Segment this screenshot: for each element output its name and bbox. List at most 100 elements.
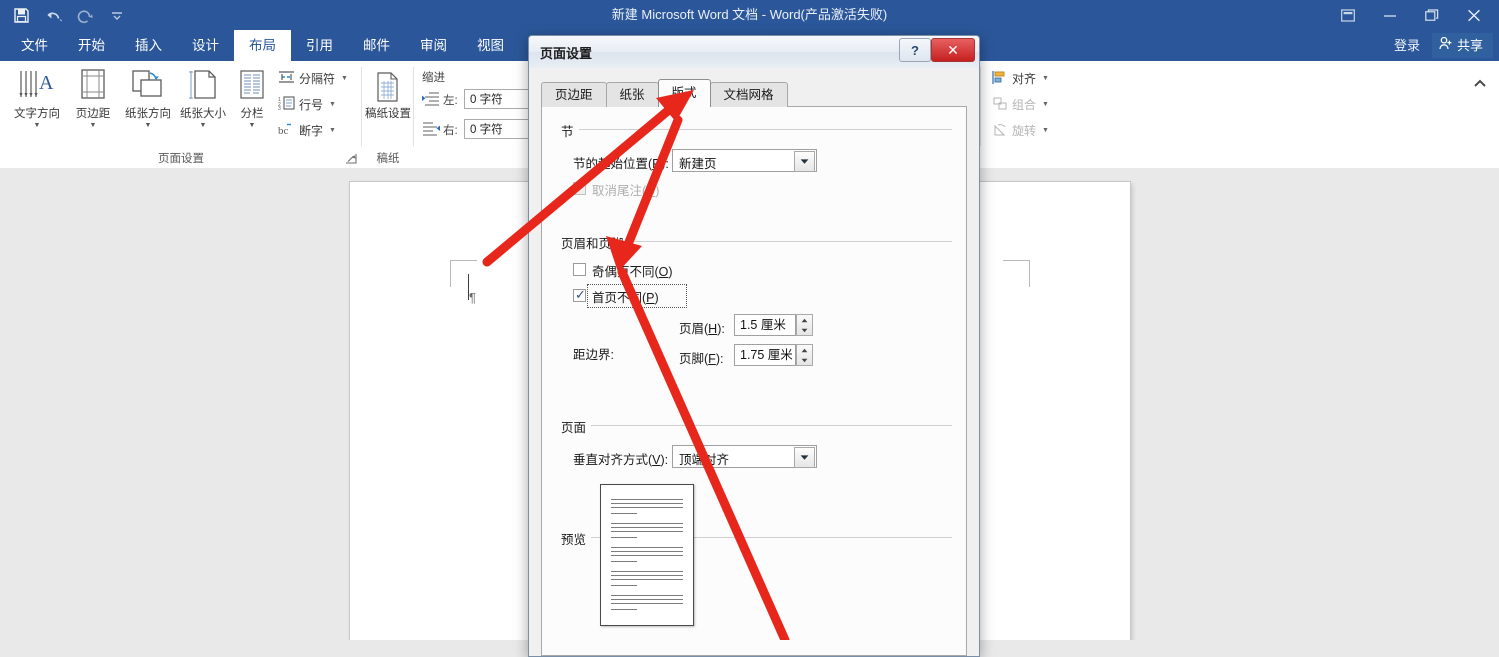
chevron-down-icon[interactable] — [794, 151, 815, 172]
ribbon-button-label: 页边距 — [75, 108, 111, 120]
columns-icon — [237, 65, 267, 105]
ribbon-button-label: 纸张大小 — [180, 108, 226, 120]
chevron-down-icon: ▼ — [248, 122, 256, 129]
header-distance-input[interactable]: 1.5 厘米 — [734, 314, 796, 336]
tab-references[interactable]: 引用 — [291, 30, 348, 61]
ribbon-button-text-direction[interactable]: A 文字方向 ▼ — [6, 65, 68, 141]
tab-insert[interactable]: 插入 — [120, 30, 177, 61]
minimize-icon[interactable] — [1369, 0, 1411, 30]
orientation-icon — [129, 65, 167, 105]
first-page-different-checkbox[interactable]: ✓ — [573, 288, 586, 302]
indent-left-label: 左: — [443, 95, 458, 107]
chevron-down-icon: ▼ — [144, 122, 152, 129]
ribbon-button-group[interactable]: 组合 ▼ — [988, 93, 1053, 116]
tab-file[interactable]: 文件 — [6, 30, 63, 61]
dialog-tab-document-grid[interactable]: 文档网格 — [709, 82, 788, 107]
tab-home[interactable]: 开始 — [63, 30, 120, 61]
customize-qat-icon[interactable] — [102, 2, 132, 28]
share-button[interactable]: 共享 — [1431, 33, 1493, 58]
redo-icon[interactable] — [70, 2, 100, 28]
title-bar: 新建 Microsoft Word 文档 - Word(产品激活失败) — [0, 0, 1499, 30]
ribbon-button-paper-size[interactable]: 纸张大小 ▼ — [172, 65, 234, 141]
vertical-alignment-combobox[interactable]: 顶端对齐 — [672, 445, 817, 468]
spinner-up-icon[interactable] — [797, 345, 812, 355]
ribbon-tabs: 文件 开始 插入 设计 布局 引用 邮件 审阅 视图 — [6, 30, 519, 61]
group-separator — [980, 67, 981, 146]
sign-in-button[interactable]: 登录 — [1384, 33, 1430, 58]
footer-distance-label: 页脚(F): — [679, 352, 724, 366]
hyphenation-icon: bc — [278, 121, 295, 140]
first-page-different-label: 首页不同(P) — [592, 291, 659, 305]
odd-even-different-checkbox[interactable] — [573, 263, 586, 276]
dialog-tab-paper[interactable]: 纸张 — [605, 82, 659, 107]
ribbon-button-orientation[interactable]: 纸张方向 ▼ — [117, 65, 179, 141]
ribbon-button-columns[interactable]: 分栏 ▼ — [228, 65, 276, 141]
dialog-tab-layout[interactable]: 版式 — [657, 79, 711, 107]
ribbon-button-label: 纸张方向 — [125, 108, 171, 120]
group-caption-header-footer: 页眉和页脚 — [556, 233, 629, 252]
ribbon-button-breaks[interactable]: 分隔符 ▼ — [274, 67, 352, 90]
chevron-down-icon: ▼ — [1042, 75, 1049, 82]
tab-layout[interactable]: 布局 — [234, 30, 291, 61]
indent-left-icon — [422, 91, 440, 111]
ribbon-button-label: 分隔符 — [299, 72, 336, 86]
tab-mailings[interactable]: 邮件 — [348, 30, 405, 61]
suppress-endnotes-checkbox[interactable] — [573, 182, 586, 195]
footer-distance-input[interactable]: 1.75 厘米 — [734, 344, 796, 366]
tab-design[interactable]: 设计 — [177, 30, 234, 61]
dialog-tabs: 页边距 纸张 版式 文档网格 — [541, 79, 788, 107]
ribbon-group-manuscript: 稿纸设置 稿纸 — [362, 61, 414, 168]
ribbon-button-label: 断字 — [299, 124, 324, 138]
spinner-up-icon[interactable] — [797, 315, 812, 325]
group-section: 节 节的起始位置(R): 新建页 取消尾注(U) — [542, 121, 966, 207]
ribbon-button-line-numbers[interactable]: 123 行号 ▼ — [274, 93, 340, 116]
spinner-down-icon[interactable] — [797, 325, 812, 335]
share-label: 共享 — [1456, 38, 1483, 53]
ribbon-group-page-setup: A 文字方向 ▼ 页边距 ▼ 纸张方向 ▼ 纸张大小 ▼ 分栏 ▼ 分隔符 ▼ … — [0, 61, 362, 168]
chevron-down-icon: ▼ — [89, 122, 97, 129]
group-caption-section: 节 — [556, 121, 579, 140]
tab-review[interactable]: 审阅 — [405, 30, 462, 61]
ribbon-button-hyphenation[interactable]: bc 断字 ▼ — [274, 119, 340, 142]
ribbon-button-margins[interactable]: 页边距 ▼ — [62, 65, 124, 141]
ribbon-button-label: 分栏 — [240, 108, 264, 120]
save-icon[interactable] — [6, 2, 36, 28]
footer-distance-spinner[interactable] — [796, 344, 813, 366]
ribbon-button-label: 对齐 — [1012, 72, 1037, 86]
text-direction-icon: A — [17, 65, 57, 105]
ribbon-button-align[interactable]: 对齐 ▼ — [988, 67, 1053, 90]
ribbon-button-rotate[interactable]: 旋转 ▼ — [988, 119, 1053, 142]
restore-icon[interactable] — [1411, 0, 1453, 30]
dialog-tab-margins[interactable]: 页边距 — [541, 82, 607, 107]
share-person-icon — [1438, 33, 1453, 58]
undo-icon[interactable] — [38, 2, 68, 28]
help-icon[interactable]: ? — [899, 38, 931, 62]
ribbon-button-label: 文字方向 — [14, 108, 60, 120]
page-setup-dialog[interactable]: 页面设置 ? ✕ 页边距 纸张 版式 文档网格 节 节的起始位置(R): 新建页 — [528, 35, 980, 657]
ribbon-group-arrange: 对齐 ▼ 组合 ▼ 旋转 ▼ — [980, 61, 1100, 168]
quick-access-toolbar — [0, 0, 132, 30]
svg-text:bc: bc — [278, 125, 289, 137]
collapse-ribbon-icon[interactable] — [1471, 75, 1489, 93]
ribbon-button-manuscript-settings[interactable]: 稿纸设置 — [364, 65, 412, 141]
indent-right-label: 右: — [443, 125, 458, 137]
page-preview-thumbnail — [600, 484, 694, 626]
vertical-alignment-label: 垂直对齐方式(V): — [573, 453, 669, 467]
account-area: 登录 共享 — [1384, 30, 1493, 61]
tab-view[interactable]: 视图 — [462, 30, 519, 61]
breaks-icon — [278, 69, 295, 88]
section-start-combobox[interactable]: 新建页 — [672, 149, 817, 172]
chevron-down-icon[interactable] — [794, 447, 815, 468]
dialog-close-icon[interactable]: ✕ — [931, 38, 975, 62]
indent-right-icon — [422, 121, 440, 141]
group-caption-preview: 预览 — [556, 529, 592, 548]
paper-size-icon — [185, 65, 221, 105]
page-setup-dialog-launcher[interactable] — [344, 152, 358, 166]
window-title: 新建 Microsoft Word 文档 - Word(产品激活失败) — [611, 7, 888, 22]
close-icon[interactable] — [1453, 0, 1495, 30]
ribbon-display-options-icon[interactable] — [1327, 0, 1369, 30]
spinner-down-icon[interactable] — [797, 355, 812, 365]
header-distance-spinner[interactable] — [796, 314, 813, 336]
svg-text:3: 3 — [278, 106, 281, 111]
ribbon-button-label: 旋转 — [1012, 124, 1037, 138]
